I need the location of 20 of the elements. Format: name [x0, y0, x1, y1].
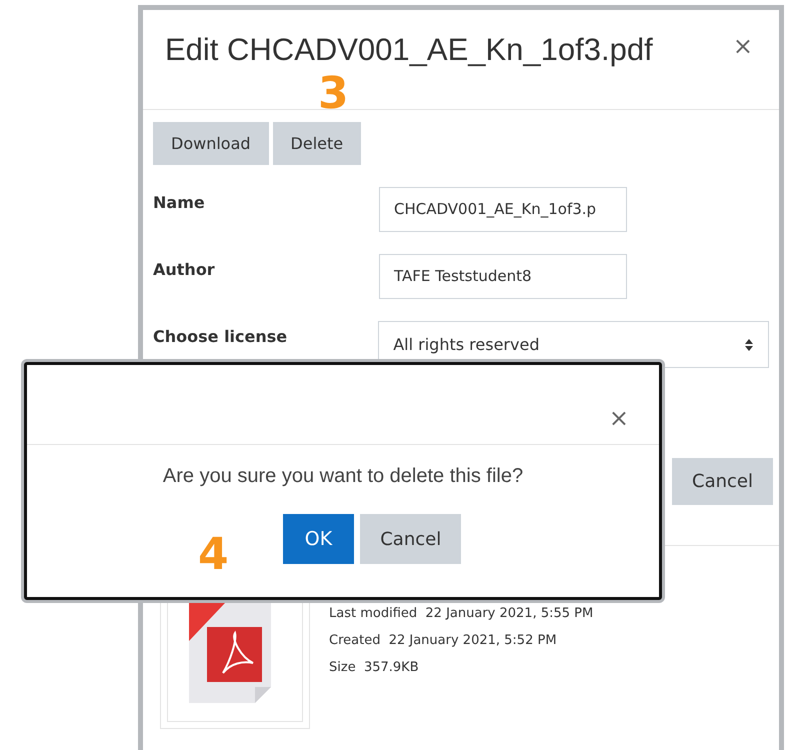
- cancel-button[interactable]: Cancel: [672, 458, 773, 505]
- close-button[interactable]: ×: [732, 32, 753, 60]
- field-label: Choose license: [153, 326, 288, 346]
- step-number: 4: [198, 533, 229, 577]
- input-field[interactable]: TAFE Teststudent8: [379, 254, 627, 299]
- confirm-message: Are you sure you want to delete this file?: [162, 465, 524, 488]
- sort-arrows-icon: [744, 338, 754, 352]
- delete-button[interactable]: Delete: [272, 122, 362, 165]
- ok-button[interactable]: OK: [282, 514, 354, 564]
- input-field[interactable]: CHCADV001_AE_Kn_1of3.p: [379, 187, 627, 232]
- file-info-text: Last modified 22 January 2021, 5:55 PM: [329, 606, 594, 621]
- download-button[interactable]: Download: [153, 122, 269, 165]
- step-number: 3: [318, 72, 349, 116]
- field-label: Name: [153, 192, 206, 212]
- file-info-text: Size 357.9KB: [329, 660, 420, 675]
- file-info-text: Created 22 January 2021, 5:52 PM: [329, 633, 558, 648]
- cancel-button[interactable]: Cancel: [360, 514, 462, 564]
- close-button[interactable]: ×: [608, 404, 629, 432]
- field-label: Author: [153, 259, 216, 279]
- dialog-title: Edit CHCADV001_AE_Kn_1of3.pdf: [165, 32, 653, 68]
